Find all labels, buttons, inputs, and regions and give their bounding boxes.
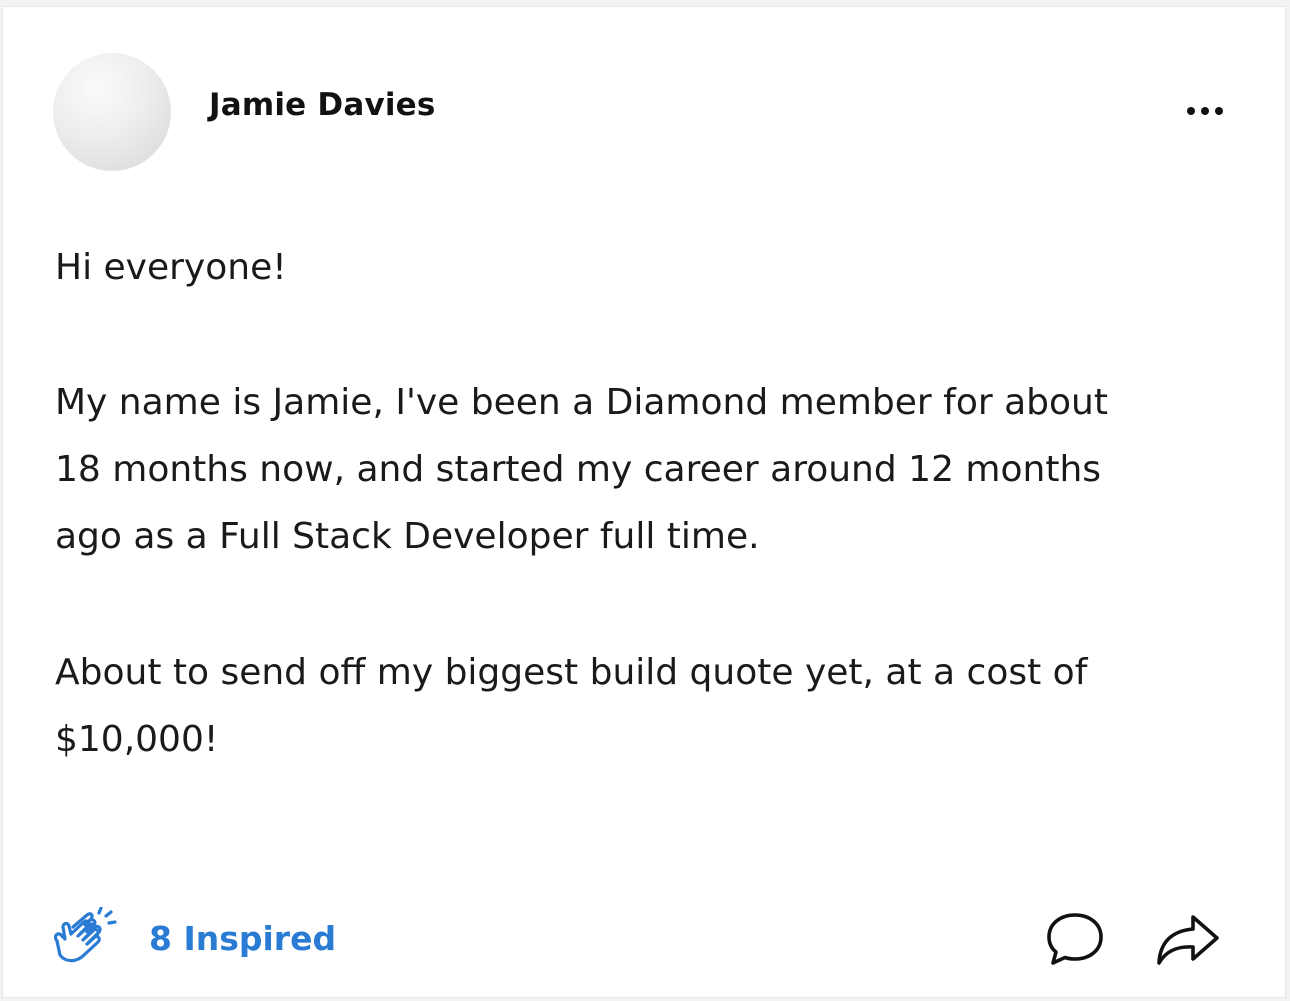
post-paragraph-intro: My name is Jamie, I've been a Diamond me…	[55, 382, 1108, 557]
more-options-icon[interactable]	[1187, 99, 1247, 123]
share-arrow-icon[interactable]	[1153, 911, 1221, 972]
avatar[interactable]	[53, 53, 171, 171]
inspired-reaction-button[interactable]: 8 Inspired	[51, 907, 336, 969]
post-paragraph-quote: About to send off my biggest build quote…	[55, 652, 1088, 760]
reaction-count-label: 8 Inspired	[149, 918, 337, 958]
clapping-hands-icon	[51, 907, 119, 969]
post-card: Jamie Davies Hi everyone! My name is Jam…	[2, 6, 1286, 998]
comment-bubble-icon[interactable]	[1043, 911, 1107, 972]
author-name[interactable]: Jamie Davies	[209, 87, 436, 123]
post-paragraph-greeting: Hi everyone!	[55, 247, 287, 288]
